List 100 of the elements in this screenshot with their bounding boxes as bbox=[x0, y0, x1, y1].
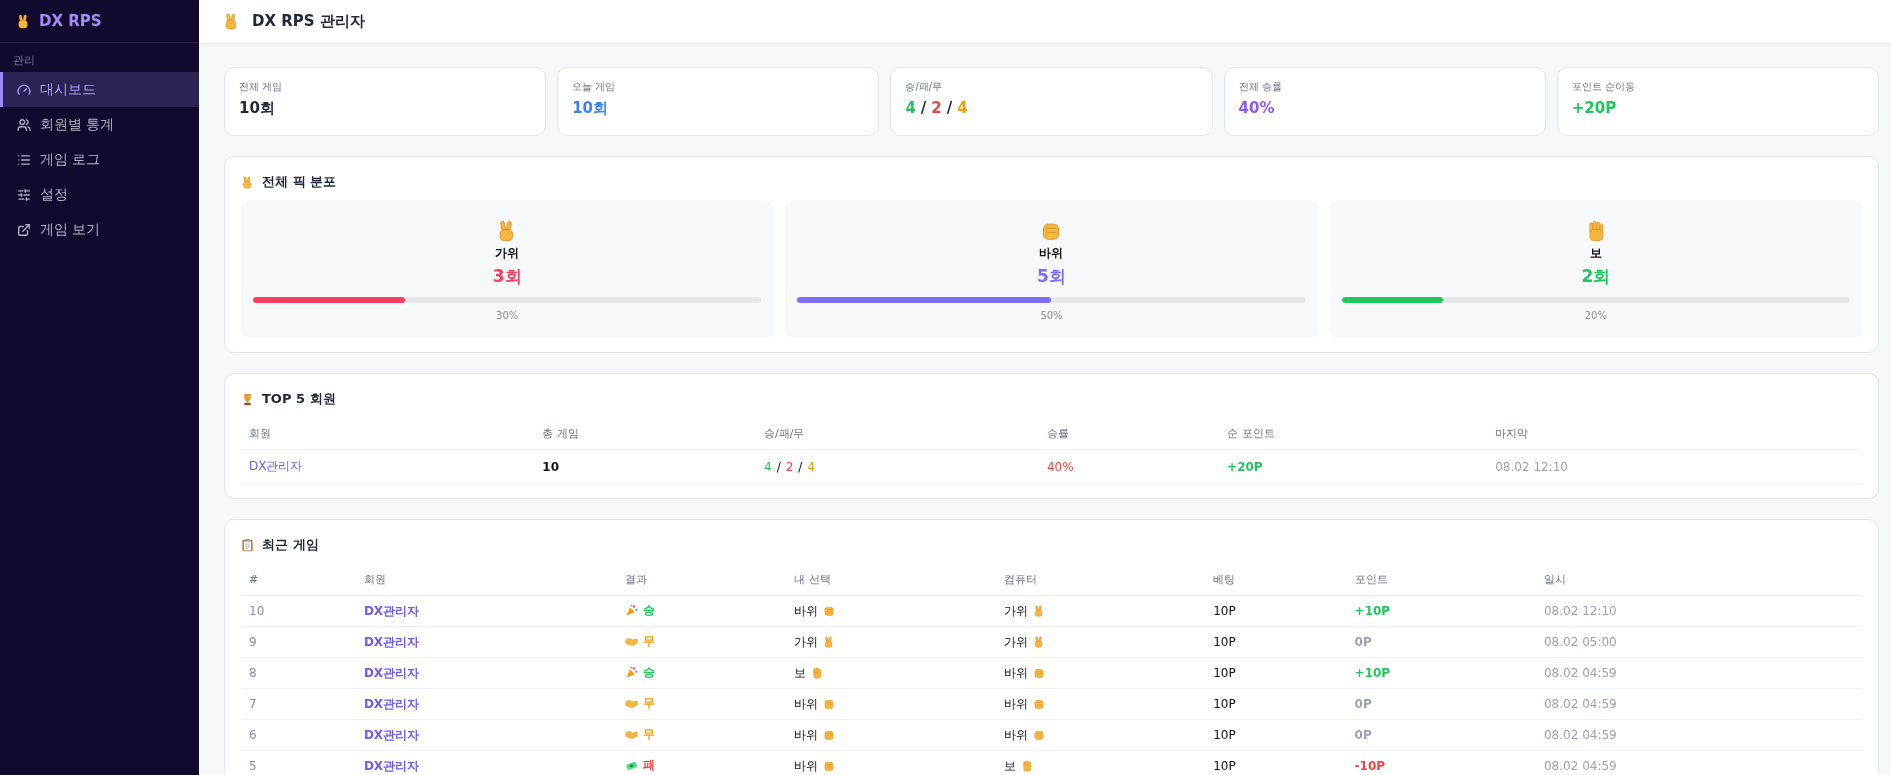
table-cell: 08.02 04:59 bbox=[1535, 657, 1862, 689]
member-link[interactable]: DX관리자 bbox=[241, 449, 535, 484]
column-header: 마지막 bbox=[1487, 418, 1862, 450]
pick-label: 바위 bbox=[1039, 245, 1064, 262]
column-header: 포인트 bbox=[1346, 564, 1536, 596]
table-cell: 08.02 04:59 bbox=[1535, 688, 1862, 720]
stat-label: 오늘 게임 bbox=[572, 80, 617, 94]
fist-icon bbox=[1032, 698, 1045, 710]
nav-item[interactable]: 회원별 통계 bbox=[0, 107, 199, 142]
card-title: 전체 픽 분포 bbox=[262, 173, 337, 191]
clipboard-icon bbox=[241, 538, 254, 552]
table-cell: +20P bbox=[1219, 449, 1488, 484]
stat-value: 4 bbox=[905, 99, 916, 117]
stat-label: 포인트 순이동 bbox=[1571, 80, 1636, 94]
column-header: 일시 bbox=[1535, 564, 1862, 596]
member-link[interactable]: DX관리자 bbox=[355, 688, 618, 720]
fist-icon bbox=[823, 698, 836, 710]
column-header: 결과 bbox=[617, 564, 787, 596]
pick-count: 5회 bbox=[1037, 265, 1066, 288]
victory-hand-icon bbox=[241, 175, 254, 189]
nav-item[interactable]: 대시보드 bbox=[0, 72, 199, 107]
victory-hand-icon bbox=[1032, 636, 1045, 648]
choice-label: 바위 bbox=[794, 695, 819, 713]
column-header: 회원 bbox=[241, 418, 535, 450]
column-header: 총 게임 bbox=[534, 418, 756, 450]
stat-value: 10회 bbox=[239, 99, 275, 118]
stat-value: 10회 bbox=[572, 99, 609, 118]
stat-value: / bbox=[946, 99, 953, 117]
nav-item[interactable]: 설정 bbox=[0, 177, 199, 212]
table-cell: 10P bbox=[1205, 750, 1347, 775]
column-header: 내 선택 bbox=[786, 564, 996, 596]
separator: / bbox=[798, 459, 803, 474]
choice-label: 바위 bbox=[794, 602, 819, 620]
stat-value: / bbox=[920, 99, 927, 117]
table-cell: 08.02 12:10 bbox=[1535, 595, 1862, 627]
choice-label: 바위 bbox=[1003, 726, 1028, 744]
nav-item[interactable]: 게임 보기 bbox=[0, 212, 199, 247]
result-label: 승 bbox=[643, 664, 656, 681]
pick-count: 3회 bbox=[492, 265, 522, 288]
trophy-icon bbox=[241, 392, 254, 406]
table-cell: +10P bbox=[1346, 595, 1536, 627]
gauge-icon bbox=[17, 82, 31, 97]
stat-label: 전체 게임 bbox=[239, 80, 284, 94]
victory-hand-icon bbox=[823, 636, 836, 648]
table-cell: 10P bbox=[1205, 657, 1347, 689]
stat-value: +20P bbox=[1571, 99, 1617, 117]
fist-icon bbox=[823, 605, 836, 617]
result-label: 승 bbox=[643, 602, 656, 619]
column-header: 승률 bbox=[1038, 418, 1220, 450]
member-link[interactable]: DX관리자 bbox=[355, 595, 618, 627]
pick-percent: 50% bbox=[1040, 310, 1063, 321]
table-cell: 7 bbox=[241, 688, 356, 720]
column-header: 회원 bbox=[355, 564, 618, 596]
victory-hand-icon bbox=[1032, 605, 1045, 617]
choice-label: 보 bbox=[794, 664, 807, 682]
pick-count: 2회 bbox=[1581, 265, 1611, 288]
result-label: 무 bbox=[643, 695, 656, 712]
member-link[interactable]: DX관리자 bbox=[355, 750, 618, 775]
member-link[interactable]: DX관리자 bbox=[355, 719, 618, 751]
party-popper-icon bbox=[625, 604, 639, 617]
external-link-icon bbox=[17, 222, 31, 237]
table-cell: 40% bbox=[1038, 449, 1220, 484]
choice-label: 바위 bbox=[794, 726, 819, 744]
choice-label: 바위 bbox=[794, 757, 819, 775]
handshake-icon bbox=[625, 697, 639, 710]
choice-label: 바위 bbox=[1003, 664, 1028, 682]
open-hand-icon bbox=[1020, 760, 1033, 772]
table-cell: 5 bbox=[241, 750, 356, 775]
stat-label: 승/패/무 bbox=[905, 80, 944, 94]
handshake-icon bbox=[625, 635, 639, 648]
table-cell: 0P bbox=[1346, 626, 1536, 658]
table-cell: 08.02 05:00 bbox=[1535, 626, 1862, 658]
wins-count: 4 bbox=[764, 459, 772, 474]
table-cell: 8 bbox=[241, 657, 356, 689]
table-cell: 08.02 12:10 bbox=[1487, 449, 1862, 484]
result-label: 무 bbox=[643, 633, 656, 650]
separator: / bbox=[776, 459, 781, 474]
table-cell: 0P bbox=[1346, 719, 1536, 751]
choice-label: 보 bbox=[1003, 757, 1016, 775]
member-link[interactable]: DX관리자 bbox=[355, 626, 618, 658]
table-cell: 10P bbox=[1205, 719, 1347, 751]
column-header: 베팅 bbox=[1205, 564, 1347, 596]
handshake-icon bbox=[625, 728, 639, 741]
draws-count: 4 bbox=[807, 459, 815, 474]
choice-label: 바위 bbox=[1003, 695, 1028, 713]
stat-label: 전체 승률 bbox=[1238, 80, 1283, 94]
nav-item[interactable]: 게임 로그 bbox=[0, 142, 199, 177]
table-cell: 10P bbox=[1205, 688, 1347, 720]
column-header: 컴퓨터 bbox=[995, 564, 1206, 596]
fist-icon bbox=[823, 760, 836, 772]
section-label: 관리 bbox=[12, 53, 36, 69]
fist-icon bbox=[823, 729, 836, 741]
users-icon bbox=[17, 117, 31, 132]
victory-hand-icon bbox=[16, 13, 31, 29]
pick-percent: 20% bbox=[1584, 310, 1607, 321]
member-link[interactable]: DX관리자 bbox=[355, 657, 618, 689]
fist-icon bbox=[1032, 667, 1045, 679]
card-title: 최근 게임 bbox=[262, 536, 319, 554]
table-cell: +10P bbox=[1346, 657, 1536, 689]
stat-value: 40% bbox=[1238, 99, 1275, 117]
